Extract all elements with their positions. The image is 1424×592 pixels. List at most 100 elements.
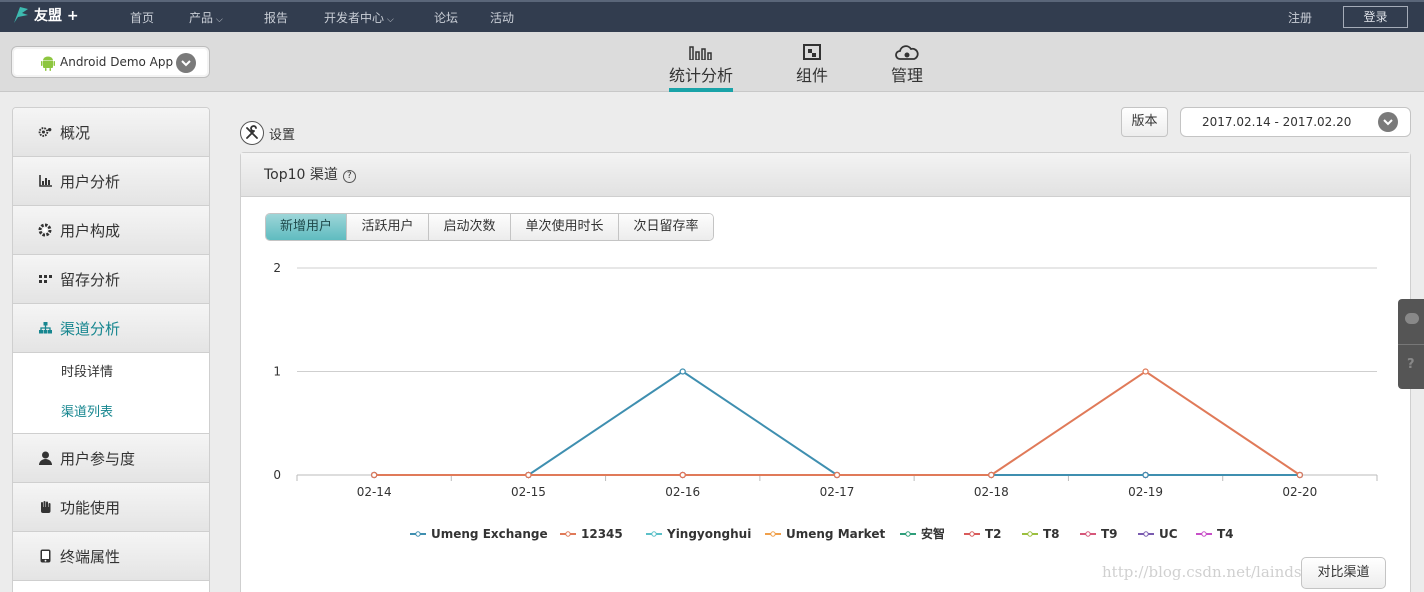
legend-marker xyxy=(905,531,911,537)
module-bar: Android Demo App 统计分析 组件 管理 xyxy=(0,32,1424,92)
y-tick-label: 2 xyxy=(273,261,281,275)
x-tick-label: 02-19 xyxy=(1128,485,1163,499)
sidebar-subitem-period-detail[interactable]: 时段详情 xyxy=(13,353,209,393)
legend-marker xyxy=(969,531,975,537)
legend-marker xyxy=(1085,531,1091,537)
metric-tab-active-users[interactable]: 活跃用户 xyxy=(347,214,429,240)
panel-header: Top10 渠道? xyxy=(241,153,1410,197)
legend-label: 12345 xyxy=(581,527,623,541)
nav-item-products[interactable]: 产品 ⌵ xyxy=(189,9,223,26)
legend-label: Yingyonghui xyxy=(666,527,751,541)
help-icon[interactable]: ? xyxy=(342,170,356,183)
legend-label: Umeng Exchange xyxy=(431,527,548,541)
question-icon[interactable]: ? xyxy=(1407,357,1415,372)
data-point xyxy=(525,471,532,479)
metric-tab-session-length[interactable]: 单次使用时长 xyxy=(511,214,619,240)
android-icon xyxy=(41,56,55,71)
version-button[interactable]: 版本 xyxy=(1121,107,1168,137)
legend-label: T4 xyxy=(1217,527,1234,541)
sidebar-item-engagement[interactable]: 用户参与度 xyxy=(13,434,209,483)
brand-name: 友盟 + xyxy=(34,8,79,24)
legend-marker xyxy=(770,531,776,537)
data-point xyxy=(988,471,995,479)
brand-logo[interactable]: 友盟 + xyxy=(12,5,79,25)
legend-marker xyxy=(1201,531,1207,537)
metric-tab-launches[interactable]: 启动次数 xyxy=(429,214,511,240)
sidebar-item-device-attributes[interactable]: 终端属性 xyxy=(13,532,209,581)
nav-item-events[interactable]: 活动 xyxy=(490,9,514,26)
legend-label: T9 xyxy=(1101,527,1118,541)
nav-item-developer[interactable]: 开发者中心 ⌵ xyxy=(324,9,394,26)
metric-switcher: 新增用户 活跃用户 启动次数 单次使用时长 次日留存率 xyxy=(265,213,714,241)
data-point xyxy=(679,368,686,375)
floating-toolbar: ? xyxy=(1398,299,1424,389)
metric-tab-next-day-retention[interactable]: 次日留存率 xyxy=(619,214,713,240)
nav-item-label: 论坛 xyxy=(434,11,459,25)
app-name: Android Demo App xyxy=(60,55,174,69)
legend-marker xyxy=(1027,531,1033,537)
sidebar-item-user-composition[interactable]: 用户构成 xyxy=(13,206,209,255)
y-tick-label: 1 xyxy=(273,365,281,379)
wrench-icon xyxy=(240,121,264,145)
sidebar-item-label: 用户构成 xyxy=(60,221,121,240)
sidebar: 概况 用户分析 用户构成 留存分析 渠道分析 时段详情 渠道列表 用户参与度 功… xyxy=(12,107,210,592)
x-tick-label: 02-14 xyxy=(357,485,392,499)
sidebar-item-label: 功能使用 xyxy=(60,498,121,517)
nav-item-forum[interactable]: 论坛 xyxy=(434,9,458,26)
legend-label: UC xyxy=(1159,527,1178,541)
x-tick-label: 02-15 xyxy=(511,485,546,499)
settings-link[interactable]: 设置 xyxy=(240,121,295,145)
phone-icon xyxy=(38,549,52,563)
nav-item-home[interactable]: 首页 xyxy=(130,9,154,26)
x-tick-label: 02-17 xyxy=(820,485,855,499)
legend-label: 安智 xyxy=(921,526,945,541)
sidebar-item-retention[interactable]: 留存分析 xyxy=(13,255,209,304)
date-range-value: 2017.02.14 - 2017.02.20 xyxy=(1202,115,1352,129)
tab-label: 组件 xyxy=(795,66,828,85)
hierarchy-icon xyxy=(38,321,52,335)
sidebar-item-channel-analysis[interactable]: 渠道分析 xyxy=(13,304,209,353)
legend-marker xyxy=(565,531,571,537)
legend-label: Umeng Market xyxy=(786,527,885,541)
nav-item-reports[interactable]: 报告 xyxy=(264,9,288,26)
sidebar-item-label: 留存分析 xyxy=(60,270,121,289)
chevron-down-icon xyxy=(1378,112,1398,132)
nav-item-label: 开发者中心 xyxy=(324,11,385,25)
sidebar-item-user-analysis[interactable]: 用户分析 xyxy=(13,157,209,206)
hand-icon xyxy=(38,500,52,514)
tab-manage[interactable]: 管理 xyxy=(890,40,924,86)
brand-bird-icon xyxy=(14,7,28,23)
date-range-picker[interactable]: 2017.02.14 - 2017.02.20 xyxy=(1180,107,1411,137)
chat-bubble-icon[interactable] xyxy=(1405,313,1419,324)
active-tab-indicator xyxy=(669,88,733,92)
app-selector[interactable]: Android Demo App xyxy=(11,46,210,78)
chevron-down-icon: ⌵ xyxy=(387,15,394,25)
metric-tab-new-users[interactable]: 新增用户 xyxy=(266,214,347,240)
gears-icon xyxy=(38,125,52,139)
login-button[interactable]: 登录 xyxy=(1343,6,1408,28)
sidebar-item-feature-usage[interactable]: 功能使用 xyxy=(13,483,209,532)
tab-components[interactable]: 组件 xyxy=(795,40,829,86)
tab-label: 管理 xyxy=(890,66,923,85)
nav-item-label: 首页 xyxy=(130,11,155,25)
legend-marker xyxy=(415,531,421,537)
legend-label: T8 xyxy=(1043,527,1060,541)
settings-label: 设置 xyxy=(269,127,296,143)
chart-icon xyxy=(38,174,52,188)
gear-icon xyxy=(38,223,52,237)
sidebar-item-overview[interactable]: 概况 xyxy=(13,108,209,157)
tab-label: 统计分析 xyxy=(669,66,734,85)
register-link[interactable]: 注册 xyxy=(1288,9,1312,26)
toolbar-divider xyxy=(1398,344,1424,345)
sidebar-item-label: 渠道分析 xyxy=(60,319,121,338)
channel-line-chart: 0 1 2 02-14 02-15 02-16 02-17 02-18 02-19 02-20 Um… xyxy=(273,261,1378,541)
sidebar-subitem-channel-list[interactable]: 渠道列表 xyxy=(13,393,209,434)
series-line xyxy=(374,370,1300,476)
chevron-down-icon: ⌵ xyxy=(216,15,223,25)
data-point xyxy=(1142,471,1149,479)
sidebar-item-label: 用户参与度 xyxy=(60,449,136,468)
chevron-down-icon xyxy=(176,53,196,73)
compare-channels-button[interactable]: 对比渠道 xyxy=(1301,557,1386,589)
tab-analytics[interactable]: 统计分析 xyxy=(669,40,734,92)
data-point xyxy=(1296,471,1303,479)
